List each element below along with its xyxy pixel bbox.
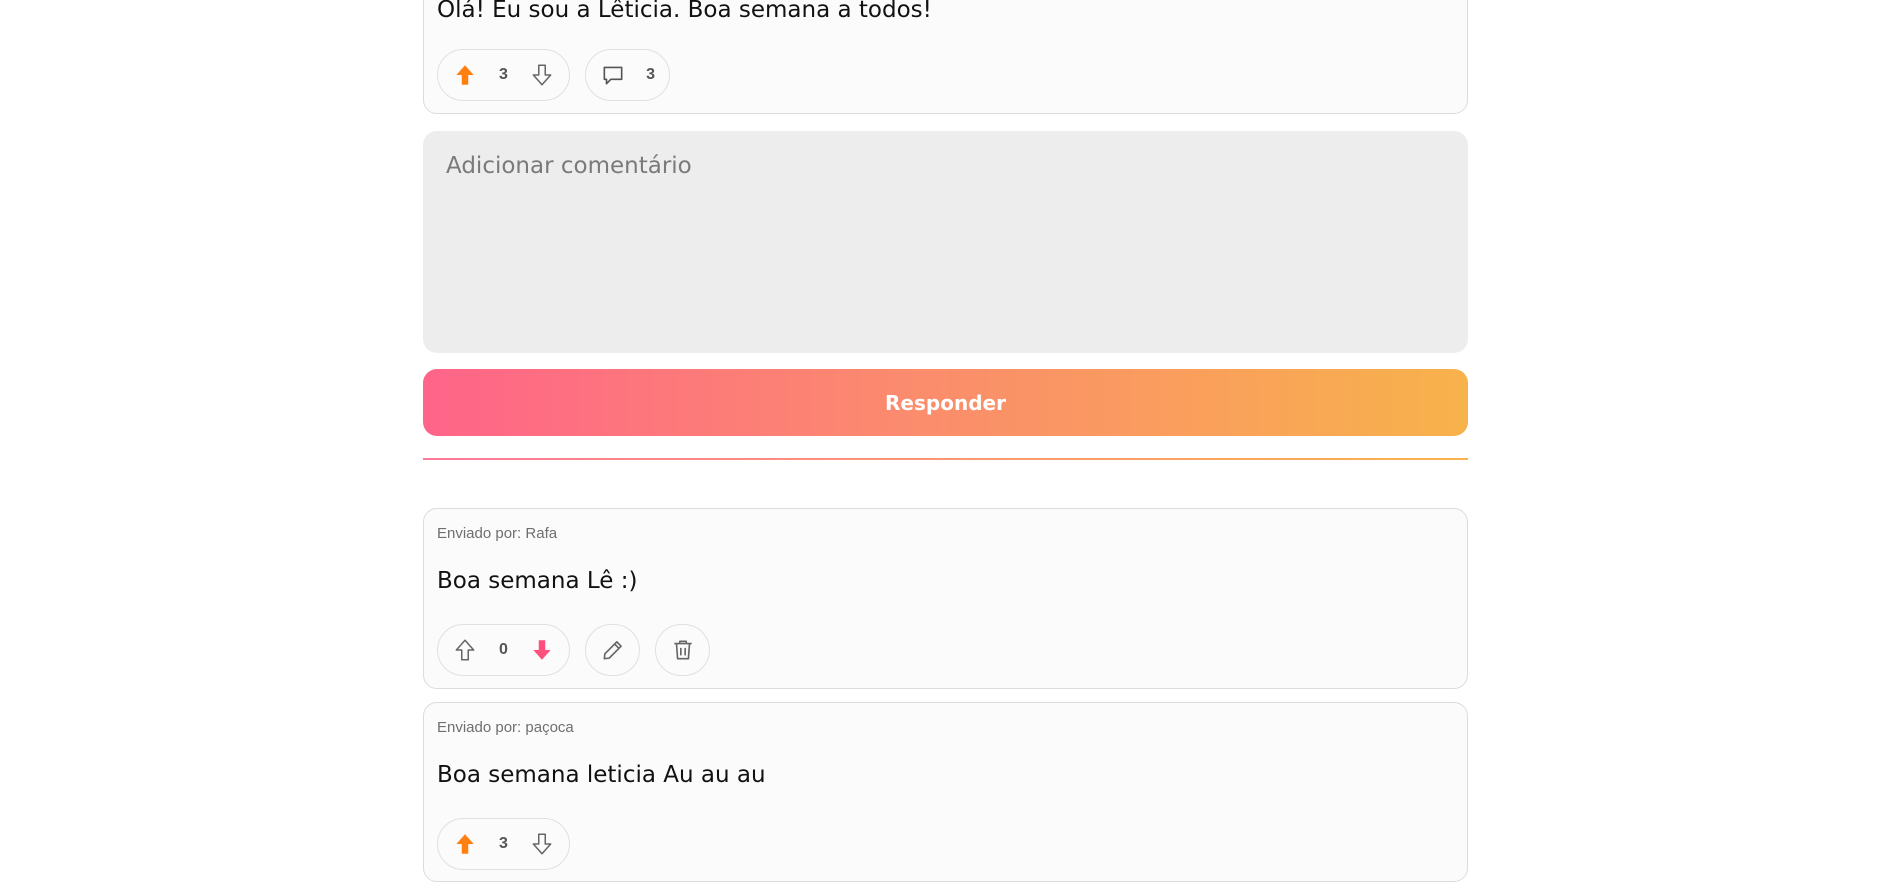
divider — [423, 458, 1468, 460]
post-actions: 3 3 — [437, 49, 670, 101]
trash-icon — [673, 640, 692, 660]
comment-card: Enviado por: Rafa Boa semana Lê :) 0 — [423, 508, 1468, 689]
comment-vote-count: 0 — [499, 641, 508, 658]
delete-button[interactable] — [655, 624, 710, 676]
comment-vote-count: 3 — [499, 835, 508, 852]
arrow-down-icon[interactable] — [529, 831, 555, 857]
comment-body: Boa semana Lê :) — [437, 568, 638, 594]
comment-icon — [603, 66, 623, 85]
comment-input[interactable] — [423, 131, 1468, 353]
edit-button[interactable] — [585, 624, 640, 676]
reply-button[interactable]: Responder — [423, 369, 1468, 436]
pencil-icon — [603, 641, 622, 660]
arrow-down-icon[interactable] — [529, 637, 555, 663]
comment-body: Boa semana leticia Au au au — [437, 762, 766, 788]
comment-author: Enviado por: Rafa — [437, 525, 558, 542]
comment-actions: 0 — [437, 624, 710, 676]
post-vote-count: 3 — [499, 66, 508, 83]
arrow-up-icon[interactable] — [452, 62, 478, 88]
arrow-up-icon[interactable] — [452, 637, 478, 663]
post-comment-count: 3 — [646, 66, 655, 83]
comment-actions: 3 — [437, 818, 570, 870]
comment-card: Enviado por: paçoca Boa semana leticia A… — [423, 702, 1468, 882]
post-comments-button[interactable]: 3 — [585, 49, 670, 101]
comment-vote-control: 3 — [437, 818, 570, 870]
arrow-up-icon[interactable] — [452, 831, 478, 857]
post-vote-control: 3 — [437, 49, 570, 101]
post-body: Olá! Eu sou a Lêticia. Boa semana a todo… — [437, 0, 932, 23]
post-card: Olá! Eu sou a Lêticia. Boa semana a todo… — [423, 0, 1468, 114]
comment-vote-control: 0 — [437, 624, 570, 676]
comment-author: Enviado por: paçoca — [437, 719, 574, 736]
arrow-down-icon[interactable] — [529, 62, 555, 88]
